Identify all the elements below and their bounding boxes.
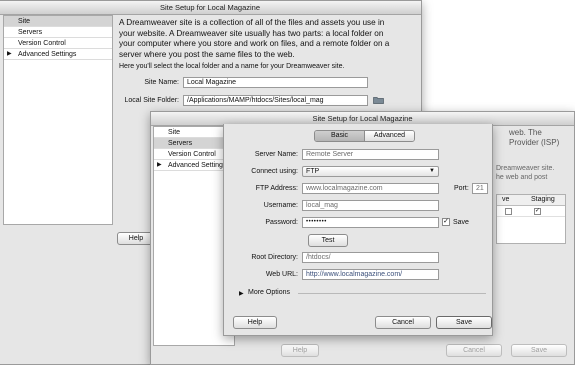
more-options-label[interactable]: More Options [248, 289, 290, 296]
servers-description: web. The Provider (ISP) [509, 128, 560, 147]
cancel-button[interactable]: Cancel [375, 316, 431, 329]
password-field[interactable]: •••••••• [302, 217, 439, 228]
sidebar-item-advanced-settings[interactable]: ▶ Advanced Settings [154, 160, 234, 171]
sidebar-item-site[interactable]: Site [154, 127, 234, 138]
test-button[interactable]: Test [308, 234, 348, 247]
staging-checkbox[interactable]: ✓ [534, 208, 541, 215]
ftp-address-field[interactable]: www.localmagazine.com [302, 183, 439, 194]
root-directory-field[interactable]: /htdocs/ [302, 252, 439, 263]
intro-text: A Dreamweaver site is a collection of al… [119, 18, 390, 59]
dropdown-arrow-icon: ▼ [429, 168, 435, 174]
web-url-field[interactable]: http://www.localmagazine.com/ [302, 269, 439, 280]
port-label: Port: [454, 185, 469, 192]
server-settings-dialog: Basic Advanced Server Name: Remote Serve… [223, 124, 493, 336]
help-button[interactable]: Help [233, 316, 277, 329]
connect-using-select[interactable]: FTP ▼ [302, 166, 439, 177]
sidebar-item-servers[interactable]: Servers [154, 138, 234, 149]
divider [298, 293, 486, 294]
connect-using-label: Connect using: [251, 168, 298, 175]
server-table: ve Staging ✓ [496, 194, 566, 244]
folder-icon[interactable] [373, 96, 384, 104]
more-options-disclosure-icon[interactable]: ▶ [239, 290, 244, 297]
local-folder-field[interactable]: /Applications/MAMP/htdocs/Sites/local_ma… [183, 95, 368, 106]
server-name-label: Server Name: [254, 151, 298, 158]
save-button[interactable]: Save [511, 344, 567, 357]
disclosure-arrow-icon: ▶ [157, 162, 162, 168]
table-row[interactable]: ✓ [497, 206, 565, 217]
site-name-label: Site Name: [144, 79, 179, 86]
save-button[interactable]: Save [436, 316, 492, 329]
port-field[interactable]: 21 [472, 183, 488, 194]
sidebar-item-version-control[interactable]: Version Control [4, 38, 112, 49]
remote-checkbox[interactable] [505, 208, 512, 215]
servers-description-2: Dreamweaver site. he web and post [496, 165, 555, 181]
cancel-button[interactable]: Cancel [446, 344, 502, 357]
ftp-address-label: FTP Address: [255, 185, 298, 192]
table-header: ve Staging [497, 195, 565, 206]
local-folder-label: Local Site Folder: [124, 97, 179, 104]
save-password-checkbox[interactable]: ✓ [442, 218, 450, 226]
sidebar-item-version-control[interactable]: Version Control [154, 149, 234, 160]
help-button[interactable]: Help [281, 344, 319, 357]
username-label: Username: [263, 202, 298, 209]
server-name-field[interactable]: Remote Server [302, 149, 439, 160]
sidebar-item-advanced-settings[interactable]: ▶ Advanced Settings [4, 49, 112, 60]
root-directory-label: Root Directory: [251, 254, 298, 261]
disclosure-arrow-icon: ▶ [7, 51, 12, 57]
window-title: Site Setup for Local Magazine [0, 1, 421, 15]
basic-advanced-tabs: Basic Advanced [314, 130, 415, 142]
username-field[interactable]: local_mag [302, 200, 439, 211]
sidebar-item-servers[interactable]: Servers [4, 27, 112, 38]
web-url-label: Web URL: [265, 271, 298, 278]
password-label: Password: [265, 219, 298, 226]
instruction-text: Here you'll select the local folder and … [119, 63, 345, 70]
sidebar-item-site[interactable]: Site [4, 16, 112, 27]
tab-advanced[interactable]: Advanced [365, 131, 414, 141]
site-name-field[interactable]: Local Magazine [183, 77, 368, 88]
save-password-label: Save [453, 219, 469, 226]
tab-basic[interactable]: Basic [315, 131, 365, 141]
sidebar: Site Servers Version Control ▶ Advanced S… [3, 15, 113, 225]
